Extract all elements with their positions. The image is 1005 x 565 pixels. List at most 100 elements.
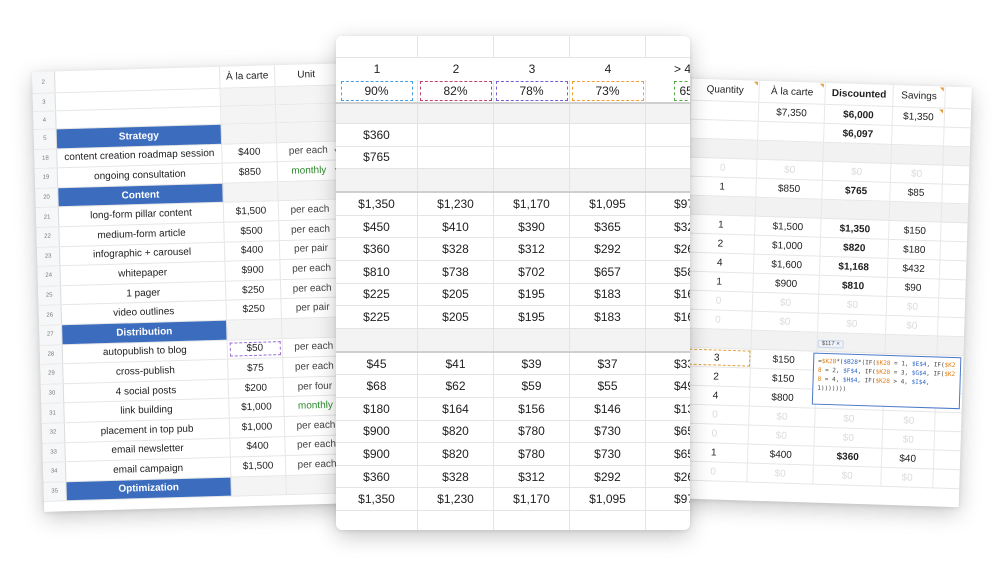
price-cell[interactable] [336,104,418,123]
summary-cell[interactable] [690,100,760,121]
summary-cell[interactable]: $0 [814,427,884,448]
price-cell[interactable]: $730 [570,420,646,443]
summary-cell[interactable]: $0 [881,467,934,488]
price-cell[interactable] [646,511,690,530]
price-cell[interactable]: $1,350 [336,488,418,510]
summary-cell[interactable]: $0 [818,313,887,334]
price-cell[interactable]: $62 [418,375,494,397]
price-cell[interactable]: $328 [418,465,494,488]
summary-cell[interactable]: $0 [818,294,888,315]
summary-cell[interactable] [823,142,893,163]
price-cell[interactable]: $820 [418,443,494,465]
price-cell[interactable]: $765 [336,146,418,169]
unit-cell[interactable] [275,85,338,105]
price-cell[interactable]: $183 [570,283,646,306]
price-cell[interactable]: $1,230 [418,193,494,215]
summary-cell[interactable]: 2 [686,233,756,254]
summary-cell[interactable]: $0 [813,465,882,486]
summary-cell[interactable]: 0 [684,309,753,330]
summary-cell[interactable]: $1,600 [753,254,821,275]
price-cell[interactable] [494,169,570,192]
price-cell[interactable]: $400 [224,240,281,261]
price-cell[interactable]: $650 [646,421,690,443]
price-cell[interactable]: $1,170 [494,488,570,510]
price-cell[interactable] [221,123,278,144]
price-cell[interactable]: $55 [570,375,646,397]
price-cell[interactable]: $780 [494,420,570,443]
price-cell[interactable]: $156 [494,397,570,420]
summary-cell[interactable]: $0 [883,410,936,431]
price-cell[interactable]: $360 [336,124,418,146]
price-cell[interactable]: $810 [336,260,418,283]
summary-cell[interactable]: $150 [750,349,818,370]
summary-cell[interactable]: $150 [750,368,817,389]
summary-cell[interactable]: $0 [882,429,936,450]
price-cell[interactable] [418,510,494,530]
price-cell[interactable]: $900 [336,420,418,443]
price-cell[interactable]: $292 [570,238,646,260]
price-cell[interactable] [494,124,570,146]
price-cell[interactable]: $205 [418,306,494,328]
price-cell[interactable] [570,169,646,192]
unit-cell[interactable] [276,103,339,123]
price-cell[interactable]: $1,000 [229,416,286,438]
price-cell[interactable]: $225 [336,283,418,306]
price-cell[interactable]: $250 [225,279,282,301]
price-cell[interactable]: $365 [570,215,646,238]
price-cell[interactable] [570,510,646,530]
price-cell[interactable]: $260 [646,466,690,488]
unit-cell[interactable] [276,121,340,142]
price-cell[interactable]: $164 [418,397,494,420]
summary-cell[interactable]: $1,000 [754,235,822,256]
summary-cell[interactable] [690,119,759,140]
summary-cell[interactable]: 1 [687,214,756,235]
unit-cell[interactable]: per each▾ [280,259,342,279]
summary-cell[interactable]: 0 [681,404,750,425]
price-cell[interactable]: $702 [494,260,570,283]
price-cell[interactable] [227,319,283,340]
price-cell[interactable]: $650 [646,443,690,465]
price-cell[interactable]: $360 [336,465,418,488]
price-cell[interactable]: $1,095 [570,193,646,215]
price-cell[interactable] [570,124,646,146]
price-cell[interactable]: $163 [646,284,690,306]
price-cell[interactable]: $59 [494,375,570,397]
price-cell[interactable] [336,510,418,530]
summary-cell[interactable]: $0 [756,159,824,180]
price-cell[interactable] [570,104,646,123]
price-cell[interactable]: $50 [227,338,284,359]
summary-cell[interactable] [687,195,757,216]
price-cell[interactable]: $292 [570,465,646,488]
price-cell[interactable]: $312 [494,238,570,260]
unit-cell[interactable]: Unit [275,63,338,86]
price-cell[interactable]: $900 [225,260,281,281]
price-cell[interactable]: $1,230 [418,488,494,510]
price-cell[interactable] [494,510,570,530]
price-cell[interactable]: $738 [418,260,494,283]
price-cell[interactable] [418,169,494,192]
unit-cell[interactable]: per each▾ [277,141,339,161]
discount-cell[interactable]: 65% [646,80,690,102]
summary-cell[interactable]: $765 [822,180,891,201]
summary-cell[interactable]: $0 [886,315,939,336]
summary-cell[interactable]: $0 [748,425,816,446]
price-cell[interactable]: $225 [336,306,418,328]
summary-cell[interactable]: 0 [688,157,758,178]
price-cell[interactable]: $250 [226,299,282,320]
summary-cell[interactable]: 4 [681,385,751,406]
summary-cell[interactable]: $0 [752,292,820,313]
summary-cell[interactable]: $1,350 [892,106,946,127]
price-cell[interactable]: $900 [336,443,418,465]
price-cell[interactable]: $328 [418,238,494,260]
price-cell[interactable] [494,146,570,169]
summary-cell[interactable]: $0 [747,463,814,484]
discount-cell[interactable]: 90% [336,80,418,102]
discount-cell[interactable]: 82% [418,80,494,102]
price-cell[interactable] [494,328,570,351]
price-cell[interactable]: $260 [646,238,690,260]
summary-cell[interactable]: 3 [682,347,752,368]
price-cell[interactable]: $195 [494,306,570,328]
summary-cell[interactable]: $820 [820,237,890,258]
discount-cell[interactable]: 78% [494,80,570,102]
unit-cell[interactable] [278,180,341,201]
